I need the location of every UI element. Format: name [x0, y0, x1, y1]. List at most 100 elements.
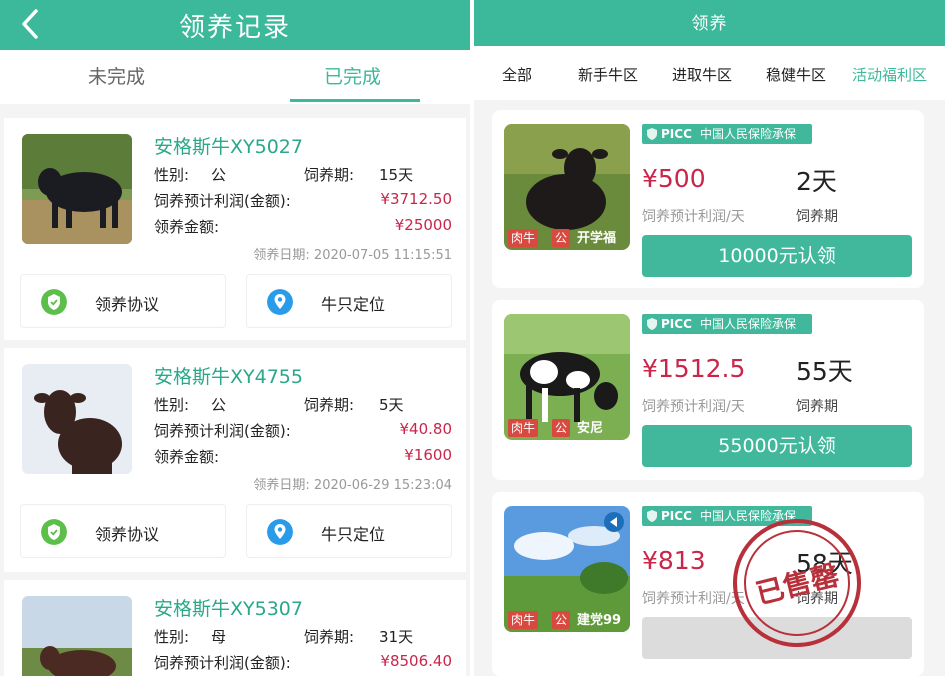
cattle-photo[interactable]	[22, 364, 132, 474]
days-label: 饲养期	[796, 399, 838, 415]
record-tabs: 未完成 已完成	[0, 50, 470, 104]
insurance-brand: PICC	[661, 317, 692, 331]
amount-label: 领养金额:	[154, 448, 220, 466]
cattle-name: 安格斯牛XY5027	[154, 136, 303, 158]
period-value: 5天	[379, 396, 404, 414]
category-all[interactable]: 全部	[502, 64, 532, 85]
tag-bar: 肉牛 公 建党99	[504, 608, 630, 632]
sex-label: 性别:	[154, 166, 190, 184]
tag-bar: 肉牛 公 安尼	[504, 416, 630, 440]
agreement-button[interactable]: 领养协议	[20, 504, 226, 558]
profit-value: ¥8506.40	[380, 652, 452, 670]
cattle-photo[interactable]: 肉牛 公 建党99	[504, 506, 630, 632]
cattle-photo[interactable]: 肉牛 公 开学福	[504, 124, 630, 250]
product-card: 肉牛 公 开学福 PICC 中国人民保险承保 ¥500 2天 饲养预计利润/天 …	[492, 110, 924, 288]
tag-bar: 肉牛 公 开学福	[504, 226, 630, 250]
adoption-date: 领养日期: 2020-06-29 15:23:04	[253, 478, 452, 493]
price: ¥1512.5	[642, 354, 746, 383]
sex-value: 公	[211, 396, 227, 414]
insurance-text: 中国人民保险承保	[700, 317, 797, 331]
price-label: 饲养预计利润/天	[642, 209, 745, 225]
locate-button[interactable]: 牛只定位	[246, 504, 452, 558]
agreement-button[interactable]: 领养协议	[20, 274, 226, 328]
tab-incomplete[interactable]: 未完成	[88, 62, 145, 89]
profit-label: 饲养预计利润(金额):	[154, 422, 291, 440]
record-card: 安格斯牛XY4755 性别: 公 饲养期: 5天 饲养预计利润(金额): ¥40…	[4, 348, 466, 572]
locate-label: 牛只定位	[321, 295, 386, 314]
cattle-photo[interactable]	[22, 134, 132, 244]
type-tag: 肉牛	[508, 611, 539, 629]
insurance-badge: PICC 中国人民保险承保	[642, 124, 812, 144]
sex-tag: 公	[552, 419, 571, 437]
insurance-badge: PICC 中国人民保险承保	[642, 314, 812, 334]
active-tab-indicator	[290, 99, 420, 102]
record-card: 安格斯牛XY5307 性别: 母 饲养期: 31天 饲养预计利润(金额): ¥8…	[4, 580, 466, 676]
cattle-name: 安格斯牛XY5307	[154, 598, 303, 620]
amount-value: ¥1600	[404, 446, 452, 464]
shield-check-icon	[41, 289, 67, 315]
category-promotions[interactable]: 活动福利区	[852, 64, 927, 85]
stamp-text: 已售罄	[753, 558, 843, 610]
sold-out-stamp: 已售罄	[733, 519, 861, 647]
product-card: 肉牛 公 建党99 PICC 中国人民保险承保 ¥813 58天 饲养预计利润/…	[492, 492, 924, 676]
profit-label: 饲养预计利润(金额):	[154, 192, 291, 210]
type-tag: 肉牛	[508, 419, 539, 437]
days-label: 饲养期	[796, 209, 838, 225]
location-pin-icon	[267, 289, 293, 315]
shield-check-icon	[41, 519, 67, 545]
category-beginner[interactable]: 新手牛区	[578, 64, 638, 85]
page-title: 领养	[691, 14, 728, 34]
price: ¥813	[642, 546, 706, 575]
profit-value: ¥40.80	[399, 420, 453, 438]
cattle-photo[interactable]	[22, 596, 132, 676]
adoption-market-screen: 领养 全部 新手牛区 进取牛区 稳健牛区 活动福利区 肉牛 公 开学福 PICC…	[474, 0, 945, 676]
locate-label: 牛只定位	[321, 525, 386, 544]
locate-button[interactable]: 牛只定位	[246, 274, 452, 328]
price-label: 饲养预计利润/天	[642, 399, 745, 415]
page-title: 领养记录	[178, 13, 291, 43]
period-label: 饲养期:	[304, 166, 355, 184]
sex-value: 公	[211, 166, 227, 184]
type-tag: 肉牛	[508, 229, 539, 247]
category-nav: 全部 新手牛区 进取牛区 稳健牛区 活动福利区	[474, 46, 945, 100]
cattle-name: 建党99	[577, 613, 622, 628]
feeding-days: 2天	[796, 167, 837, 196]
location-pin-icon	[267, 519, 293, 545]
record-card: 安格斯牛XY5027 性别: 公 饲养期: 15天 饲养预计利润(金额): ¥3…	[4, 118, 466, 340]
sex-value: 母	[211, 628, 227, 646]
amount-value: ¥25000	[394, 216, 452, 234]
profit-value: ¥3712.50	[380, 190, 452, 208]
feeding-days: 55天	[796, 357, 853, 386]
cattle-name: 开学福	[577, 231, 617, 246]
header-bar: 领养记录	[0, 0, 470, 50]
cattle-name: 安格斯牛XY4755	[154, 366, 303, 388]
claim-button[interactable]: 55000元认领	[642, 425, 912, 467]
amount-label: 领养金额:	[154, 218, 220, 236]
sex-label: 性别:	[154, 396, 190, 414]
agreement-label: 领养协议	[95, 295, 160, 314]
sex-tag: 公	[552, 229, 571, 247]
category-steady[interactable]: 稳健牛区	[766, 64, 826, 85]
shield-icon	[647, 128, 657, 140]
adoption-date: 领养日期: 2020-07-05 11:15:51	[253, 248, 452, 263]
profit-label: 饲养预计利润(金额):	[154, 654, 291, 672]
sex-label: 性别:	[154, 628, 190, 646]
shield-icon	[647, 318, 657, 330]
product-card: 肉牛 公 安尼 PICC 中国人民保险承保 ¥1512.5 55天 饲养预计利润…	[492, 300, 924, 480]
period-label: 饲养期:	[304, 628, 355, 646]
period-value: 31天	[379, 628, 414, 646]
cattle-photo[interactable]: 肉牛 公 安尼	[504, 314, 630, 440]
insurance-brand: PICC	[661, 509, 692, 523]
insurance-brand: PICC	[661, 127, 692, 141]
period-value: 15天	[379, 166, 414, 184]
agreement-label: 领养协议	[95, 525, 160, 544]
tab-completed[interactable]: 已完成	[324, 62, 381, 89]
header-bar: 领养	[474, 0, 945, 46]
claim-button[interactable]: 10000元认领	[642, 235, 912, 277]
category-aggressive[interactable]: 进取牛区	[672, 64, 732, 85]
insurance-text: 中国人民保险承保	[700, 127, 797, 141]
period-label: 饲养期:	[304, 396, 355, 414]
price: ¥500	[642, 164, 706, 193]
sex-tag: 公	[552, 611, 571, 629]
adoption-records-screen: 领养记录 未完成 已完成 安格斯牛XY5027 性别: 公 饲养期: 15天 饲…	[0, 0, 470, 676]
